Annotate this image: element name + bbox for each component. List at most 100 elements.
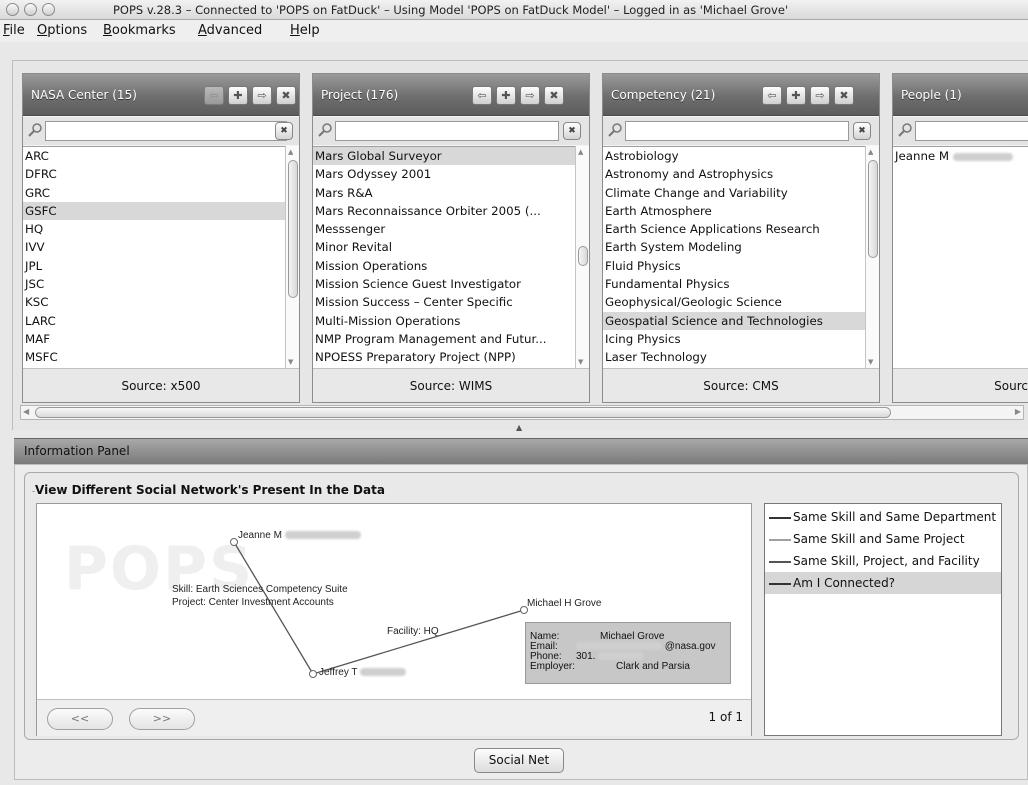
social-network-graph[interactable]: POPS Jeanne M Jeffrey T Michael H Grove … <box>36 503 752 736</box>
move-right-button[interactable]: ⇨ <box>810 86 830 105</box>
list-item[interactable]: Mars Odyssey 2001 <box>313 165 575 183</box>
clear-search-button[interactable]: ✖ <box>853 122 871 140</box>
list-item[interactable]: Mission Success – Center Specific <box>313 293 575 311</box>
list-item[interactable]: JSC <box>23 275 285 293</box>
edge-jeanne-jeffrey <box>233 541 314 675</box>
network-type-item[interactable]: Same Skill and Same Project <box>765 528 1001 550</box>
search-input[interactable] <box>915 121 1028 141</box>
list-item[interactable]: Multi-Mission Operations <box>313 312 575 330</box>
menu-bar: File Options Bookmarks Advanced Help <box>0 20 1028 42</box>
clear-search-button[interactable]: ✖ <box>563 122 581 140</box>
list-item[interactable]: LARC <box>23 312 285 330</box>
list-item[interactable]: HQ <box>23 220 285 238</box>
list-scrollbar[interactable]: ▲ ▼ <box>575 146 589 368</box>
node-label-jeffrey[interactable]: Jeffrey T <box>319 667 407 678</box>
list-item[interactable]: Mission Science Guest Investigator <box>313 275 575 293</box>
search-input[interactable] <box>335 121 559 141</box>
close-pane-button[interactable]: ✖ <box>276 86 296 105</box>
move-left-button[interactable]: ⇦ <box>472 86 492 105</box>
list-item[interactable]: Geophysical/Geologic Science <box>603 293 865 311</box>
search-icon <box>318 123 332 137</box>
list-item[interactable]: Earth Atmosphere <box>603 202 865 220</box>
competency-list[interactable]: Astrobiology Astronomy and Astrophysics Cl… <box>603 146 865 368</box>
pane-title: Competency (21) <box>611 88 716 102</box>
list-item[interactable]: Earth Science Applications Research <box>603 220 865 238</box>
add-icon[interactable]: ✚ <box>786 86 806 105</box>
pane-header: Competency (21) ⇦ ✚ ⇨ ✖ <box>603 74 879 116</box>
list-item[interactable]: Mars Global Surveyor <box>313 147 575 166</box>
close-window-button[interactable] <box>6 3 19 16</box>
network-type-item[interactable]: Same Skill, Project, and Facility <box>765 550 1001 572</box>
node-jeanne <box>230 538 238 546</box>
list-item[interactable]: Messsenger <box>313 220 575 238</box>
menu-advanced[interactable]: Advanced <box>198 23 262 38</box>
list-item[interactable]: Mars Reconnaissance Orbiter 2005 (... <box>313 202 575 220</box>
clear-search-button[interactable]: ✖ <box>275 122 293 140</box>
menu-options[interactable]: Options <box>37 23 87 38</box>
list-item[interactable]: MAF <box>23 330 285 348</box>
social-net-button[interactable]: Social Net <box>474 748 564 773</box>
legend-line-swatch <box>769 517 791 519</box>
panes-horizontal-scrollbar[interactable]: ◀ ▶ <box>20 405 1024 420</box>
list-item[interactable]: Jeanne M <box>893 147 1028 165</box>
search-input[interactable] <box>625 121 849 141</box>
person-detail-card: Name: Michael Grove Email: @nasa.gov Pho… <box>525 622 731 684</box>
list-item[interactable]: Fundamental Physics <box>603 275 865 293</box>
add-icon[interactable]: ✚ <box>228 86 248 105</box>
menu-bookmarks[interactable]: Bookmarks <box>103 23 176 38</box>
list-scrollbar[interactable]: ▲ ▼ <box>865 146 879 368</box>
move-right-button[interactable]: ⇨ <box>252 86 272 105</box>
minimize-window-button[interactable] <box>24 3 37 16</box>
splitter-handle-icon[interactable]: ▲ <box>516 423 522 432</box>
network-type-list[interactable]: Same Skill and Same Department Same Skill… <box>764 503 1002 736</box>
menu-help[interactable]: Help <box>290 23 320 38</box>
node-label-jeanne[interactable]: Jeanne M <box>238 530 361 541</box>
search-icon <box>28 123 42 137</box>
project-list[interactable]: Mars Global Surveyor Mars Odyssey 2001 Mar… <box>313 146 575 368</box>
list-item[interactable]: Earth System Modeling <box>603 238 865 256</box>
list-item[interactable]: KSC <box>23 293 285 311</box>
list-item[interactable]: Astronomy and Astrophysics <box>603 165 865 183</box>
list-item[interactable]: IVV <box>23 238 285 256</box>
list-item[interactable]: DFRC <box>23 165 285 183</box>
search-row: ✖ <box>23 117 299 145</box>
close-pane-button[interactable]: ✖ <box>834 86 854 105</box>
scroll-thumb[interactable] <box>35 407 891 418</box>
legend-label: Same Skill and Same Project <box>793 532 965 546</box>
list-item[interactable]: Mission Operations <box>313 257 575 275</box>
list-item[interactable]: Icing Physics <box>603 330 865 348</box>
network-type-item[interactable]: Same Skill and Same Department <box>765 506 1001 528</box>
list-item[interactable]: JPL <box>23 257 285 275</box>
search-icon <box>898 123 912 137</box>
list-item[interactable]: ARC <box>23 147 285 165</box>
list-scrollbar[interactable]: ▲ ▼ <box>285 146 299 368</box>
list-item[interactable]: Minor Revital <box>313 238 575 256</box>
close-pane-button[interactable]: ✖ <box>544 86 564 105</box>
list-item[interactable]: MSFC <box>23 348 285 366</box>
list-item[interactable]: Laser Technology <box>603 348 865 366</box>
list-item[interactable]: NPOESS Preparatory Project (NPP) <box>313 348 575 366</box>
zoom-window-button[interactable] <box>42 3 55 16</box>
previous-button[interactable]: << <box>47 708 113 730</box>
list-item[interactable]: Climate Change and Variability <box>603 184 865 202</box>
window-title-bar: POPS v.28.3 – Connected to 'POPS on FatD… <box>0 0 1028 20</box>
next-button[interactable]: >> <box>129 708 195 730</box>
nasa-center-list[interactable]: ARC DFRC GRC GSFC HQ IVV JPL JSC KSC LARC MAF MSFC <box>23 146 285 368</box>
search-input[interactable] <box>45 121 287 141</box>
menu-file[interactable]: File <box>3 23 25 38</box>
list-item[interactable]: Fluid Physics <box>603 257 865 275</box>
network-type-item[interactable]: Am I Connected? <box>765 572 1001 594</box>
competency-pane: Competency (21) ⇦ ✚ ⇨ ✖ ✖ Astrobiology As… <box>602 73 880 403</box>
add-icon[interactable]: ✚ <box>496 86 516 105</box>
list-item[interactable]: GRC <box>23 184 285 202</box>
list-item[interactable]: GSFC <box>23 201 285 221</box>
people-list[interactable]: Jeanne M <box>893 146 1028 368</box>
list-item[interactable]: NMP Program Management and Futur... <box>313 330 575 348</box>
list-item[interactable]: Astrobiology <box>603 147 865 165</box>
move-right-button[interactable]: ⇨ <box>520 86 540 105</box>
node-label-michael[interactable]: Michael H Grove <box>527 598 601 609</box>
move-left-button[interactable]: ⇦ <box>204 86 224 105</box>
move-left-button[interactable]: ⇦ <box>762 86 782 105</box>
list-item[interactable]: Mars R&A <box>313 184 575 202</box>
list-item[interactable]: Geospatial Science and Technologies <box>603 311 865 330</box>
